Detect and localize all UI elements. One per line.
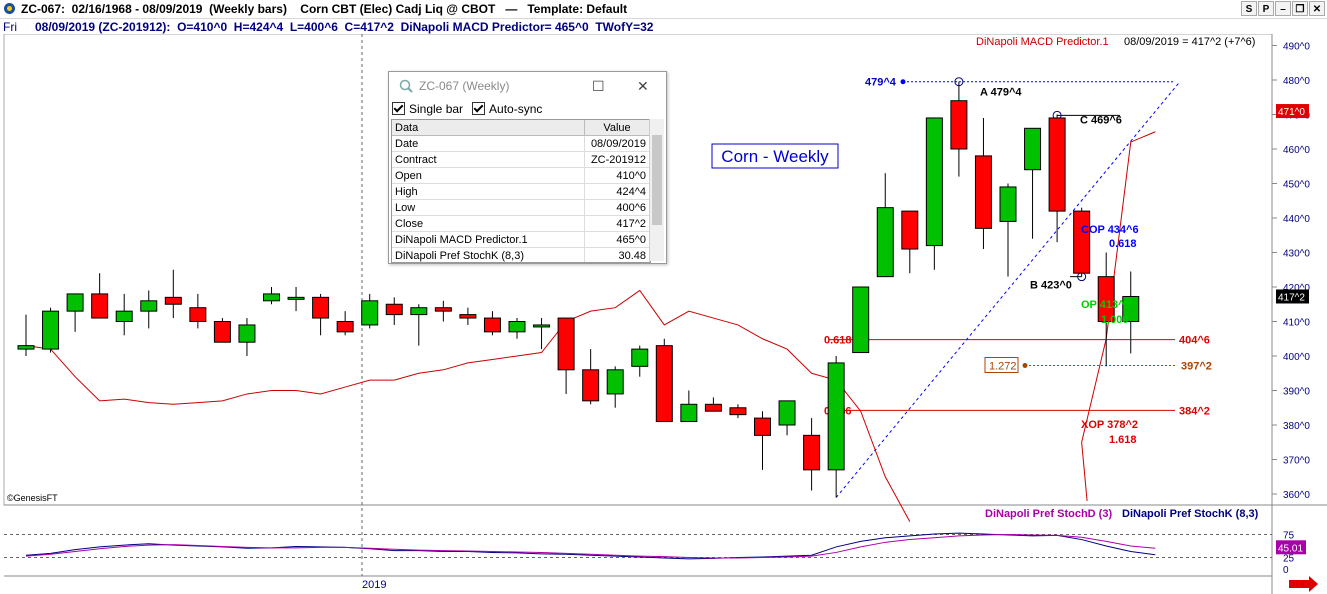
table-row: Low 400^6 xyxy=(392,199,650,216)
table-row: High 424^4 xyxy=(392,183,650,200)
single-bar-checkbox[interactable] xyxy=(392,102,405,115)
window-titlebar: ZC-067: 02/16/1968 - 08/09/2019 (Weekly … xyxy=(0,0,1327,19)
svg-text:45.01: 45.01 xyxy=(1278,543,1303,554)
table-row: DiNapoli MACD Predictor.1 465^0 xyxy=(392,231,650,248)
top-right-date: 08/09/2019 = 417^2 (+7^6) xyxy=(1124,36,1255,48)
price-tag-red: 471^0 xyxy=(1276,104,1309,119)
top-right-indicator: DiNapoli MACD Predictor.1 xyxy=(976,36,1109,48)
annotation-label: 479^4 xyxy=(865,77,897,89)
table-row: Contract ZC-201912 xyxy=(392,151,650,168)
dialog-scrollbar[interactable] xyxy=(649,119,664,261)
window-controls: S P – ❐ ✕ xyxy=(1241,1,1325,16)
candle xyxy=(42,307,60,353)
y-tick-label: 400^0 xyxy=(1283,352,1310,363)
candle xyxy=(852,286,870,354)
svg-text:417^2: 417^2 xyxy=(1278,292,1305,303)
annotation-label: XOP 378^2 xyxy=(1081,419,1138,431)
copyright: ©GenesisFT xyxy=(7,493,58,503)
stochd-label: DiNapoli Pref StochD (3) xyxy=(985,508,1112,520)
annotation-label: C 469^6 xyxy=(1080,114,1122,126)
label-box-corn-weekly: Corn - Weekly xyxy=(711,143,839,169)
minimize-button[interactable]: – xyxy=(1275,1,1291,16)
data-window-icon xyxy=(399,79,413,93)
y-tick-label: 460^0 xyxy=(1283,145,1310,156)
restore-button[interactable]: ❐ xyxy=(1292,1,1308,16)
stochk-label: DiNapoli Pref StochK (8,3) xyxy=(1122,508,1259,520)
table-row: Date 08/09/2019 xyxy=(392,135,650,152)
annotation-label: 1.618 xyxy=(1109,434,1137,446)
annotation-label: B 423^0 xyxy=(1030,280,1072,292)
close-button[interactable]: ✕ xyxy=(1309,1,1325,16)
table-row: Open 410^0 xyxy=(392,167,650,184)
x-axis-year: 2019 xyxy=(362,579,386,591)
candle xyxy=(213,318,231,343)
column-header-value[interactable]: Value xyxy=(584,120,650,136)
info-ohlc: 08/09/2019 (ZC-201912): O=410^0 H=424^4 … xyxy=(35,19,654,34)
price-tag-black: 417^2 xyxy=(1276,289,1309,304)
dialog-close-icon[interactable]: ✕ xyxy=(637,78,649,95)
svg-text:471^0: 471^0 xyxy=(1278,107,1305,118)
data-grid: Data Value Date 08/09/2019 Contract ZC-2019… xyxy=(391,119,651,263)
auto-sync-checkbox[interactable] xyxy=(472,102,486,115)
info-day: Fri xyxy=(3,19,17,34)
dialog-title: ZC-067 (Weekly) xyxy=(419,79,510,93)
fib-price-label: 384^2 xyxy=(1179,405,1210,417)
scroll-right-arrow[interactable] xyxy=(1289,576,1318,592)
candle xyxy=(655,338,673,423)
svg-text:25: 25 xyxy=(1283,554,1295,565)
dialog-maximize-icon[interactable]: ☐ xyxy=(592,78,605,95)
y-tick-label: 390^0 xyxy=(1283,387,1310,398)
y-tick-label: 430^0 xyxy=(1283,249,1310,260)
annotation-label: 0.618 xyxy=(1109,238,1137,250)
window-title: ZC-067: 02/16/1968 - 08/09/2019 (Weekly … xyxy=(21,2,628,16)
svg-text:Corn - Weekly: Corn - Weekly xyxy=(721,147,829,166)
fib-ratio-label: 0.618 xyxy=(824,335,852,347)
y-tick-label: 410^0 xyxy=(1283,318,1310,329)
y-tick-label: 360^0 xyxy=(1283,490,1310,501)
annotation-label: OP 413^2 xyxy=(1081,299,1131,311)
info-bar: Fri 08/09/2019 (ZC-201912): O=410^0 H=42… xyxy=(0,19,1327,34)
svg-text:75: 75 xyxy=(1283,531,1295,542)
table-row: DiNapoli Pref StochK (8,3) 30.48 xyxy=(392,247,650,262)
app-icon xyxy=(4,3,15,14)
s-button[interactable]: S xyxy=(1241,1,1257,16)
column-header-data[interactable]: Data xyxy=(392,120,585,136)
annotation-label: A 479^4 xyxy=(980,87,1022,99)
y-tick-label: 370^0 xyxy=(1283,456,1310,467)
table-row: Close 417^2 xyxy=(392,215,650,232)
p-button[interactable]: P xyxy=(1258,1,1274,16)
dialog-titlebar[interactable]: ZC-067 (Weekly) ☐ ✕ xyxy=(389,72,666,100)
single-bar-label: Single bar xyxy=(409,101,464,116)
data-window-dialog[interactable]: ZC-067 (Weekly) ☐ ✕ Single bar Auto-sync… xyxy=(388,71,667,264)
fib-price-label: 404^6 xyxy=(1179,335,1210,347)
candle xyxy=(1073,207,1091,277)
y-tick-label: 440^0 xyxy=(1283,214,1310,225)
y-tick-label: 480^0 xyxy=(1283,76,1310,87)
stochk-line xyxy=(25,532,1156,560)
stochastic-panel: 75 250 45.01 xyxy=(4,531,1306,576)
ext-1272-label: 1.272 xyxy=(989,360,1017,372)
auto-sync-label: Auto-sync xyxy=(489,101,543,116)
y-tick-label: 490^0 xyxy=(1283,42,1310,53)
y-tick-label: 450^0 xyxy=(1283,180,1310,191)
annotation-label: 1.000 xyxy=(1101,314,1129,326)
ext-1272-price: 397^2 xyxy=(1181,360,1212,372)
svg-text:0: 0 xyxy=(1283,565,1289,576)
y-tick-label: 380^0 xyxy=(1283,421,1310,432)
annotation-label: COP 434^6 xyxy=(1081,224,1139,236)
dialog-options: Single bar Auto-sync xyxy=(389,100,666,117)
